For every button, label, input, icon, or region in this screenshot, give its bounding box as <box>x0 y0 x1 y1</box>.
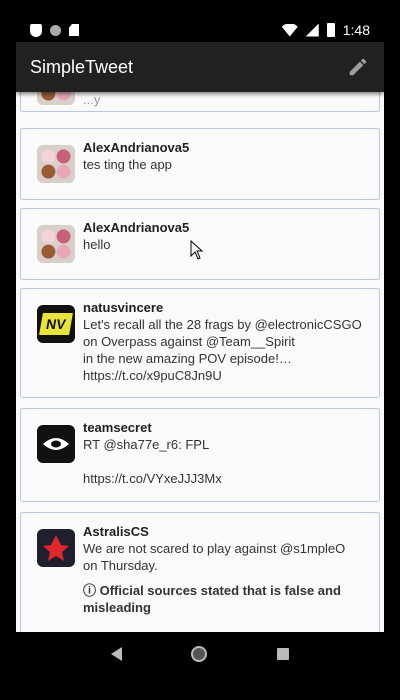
tweet-text: Let's recall all the 28 frags by @electr… <box>83 317 362 383</box>
secret-logo-avatar[interactable] <box>37 425 75 463</box>
tweet-username[interactable]: natusvincere <box>83 299 367 316</box>
tweet-text: tes ting the app <box>83 157 172 172</box>
home-icon[interactable] <box>191 646 208 662</box>
tweet-text: ...y <box>83 92 101 107</box>
sd-card-icon <box>69 24 79 36</box>
tweet-card[interactable]: teamsecret RT @sha77e_r6: FPL https://t.… <box>20 408 380 502</box>
shield-icon <box>30 23 42 37</box>
wifi-icon <box>281 23 298 37</box>
donut-box-avatar[interactable] <box>37 145 75 183</box>
tweet-text: RT @sha77e_r6: FPL https://t.co/VYxeJJJ3… <box>83 437 222 486</box>
status-time: 1:48 <box>342 22 370 38</box>
tweet-username[interactable]: teamsecret <box>83 419 367 436</box>
navi-logo-icon: NV <box>39 313 73 335</box>
timeline[interactable]: ...y AlexAndrianova5 tes ting the app Al… <box>16 92 384 632</box>
tweet-card[interactable]: AstralisCS We are not scared to play aga… <box>20 512 380 632</box>
donut-box-avatar[interactable] <box>37 225 75 263</box>
misleading-notice: ⓘ Official sources stated that is false … <box>83 583 341 615</box>
status-bar: 1:48 <box>16 18 384 42</box>
back-icon[interactable] <box>110 647 122 661</box>
status-left-icons <box>30 23 79 37</box>
astralis-logo-avatar[interactable] <box>37 529 75 567</box>
circle-icon <box>50 24 61 36</box>
recent-apps-icon[interactable] <box>277 648 290 660</box>
app-title: SimpleTweet <box>30 56 134 77</box>
battery-icon <box>326 23 335 37</box>
status-right-icons: 1:48 <box>281 22 370 38</box>
mouse-cursor-icon <box>190 240 204 260</box>
tweet-username[interactable]: AstralisCS <box>83 523 367 540</box>
tweet-text: hello <box>83 237 111 252</box>
tweet-username[interactable]: AlexAndrianova5 <box>83 139 367 156</box>
tweet-card[interactable]: NV natusvincere Let's recall all the 28 … <box>20 288 380 398</box>
donut-box-avatar[interactable] <box>37 92 75 105</box>
pencil-icon[interactable] <box>346 55 370 79</box>
navi-logo-avatar[interactable]: NV <box>37 305 75 343</box>
system-nav-bar <box>16 632 384 676</box>
tweet-card[interactable]: ...y <box>20 92 380 112</box>
secret-logo-icon <box>43 438 69 450</box>
app-bar: SimpleTweet <box>16 42 384 92</box>
tweet-card[interactable]: AlexAndrianova5 tes ting the app <box>20 128 380 200</box>
tweet-username[interactable]: AlexAndrianova5 <box>83 219 367 236</box>
signal-icon <box>305 23 319 37</box>
tweet-text: We are not scared to play against @s1mpl… <box>83 541 346 573</box>
astralis-logo-icon <box>43 535 69 561</box>
